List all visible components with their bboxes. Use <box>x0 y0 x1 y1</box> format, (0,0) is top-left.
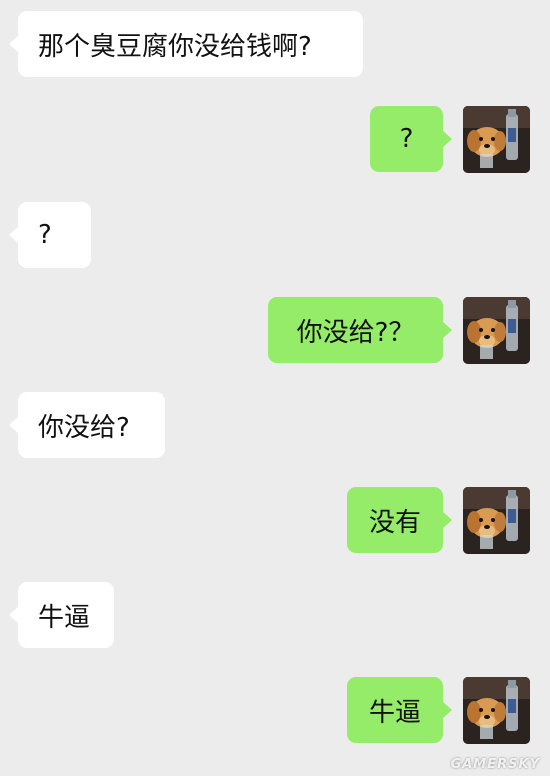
message-text: 那个臭豆腐你没给钱啊? <box>38 31 312 62</box>
message-bubble-incoming[interactable]: ? <box>9 202 91 268</box>
golden-retriever-avatar-icon <box>463 297 530 364</box>
message-text: 你没给?？ <box>296 317 415 348</box>
message-bubble-incoming[interactable]: 那个臭豆腐你没给钱啊? <box>9 11 363 77</box>
avatar[interactable] <box>463 487 530 554</box>
golden-retriever-avatar-icon <box>463 106 530 173</box>
message-bubble-incoming[interactable]: 你没给? <box>9 392 165 458</box>
message-text: ? <box>38 220 52 250</box>
avatar[interactable] <box>463 297 530 364</box>
message-bubble-outgoing[interactable]: ? <box>370 106 452 172</box>
message-text: 牛逼 <box>369 697 422 728</box>
message-bubble-outgoing[interactable]: 没有 <box>347 487 452 553</box>
avatar[interactable] <box>463 677 530 744</box>
golden-retriever-avatar-icon <box>463 487 530 554</box>
message-text: 牛逼 <box>38 602 91 633</box>
message-bubble-incoming[interactable]: 牛逼 <box>9 582 114 648</box>
message-bubble-outgoing[interactable]: 牛逼 <box>347 677 452 743</box>
golden-retriever-avatar-icon <box>463 677 530 744</box>
chat-area: 那个臭豆腐你没给钱啊? ? ? 你没给?？ 你没给? 没有 牛逼 牛逼 GAME… <box>0 0 550 776</box>
message-text: 你没给? <box>38 412 130 443</box>
watermark: GAMERSKY <box>450 757 540 772</box>
message-text: ? <box>399 124 414 154</box>
message-bubble-outgoing[interactable]: 你没给?？ <box>268 297 452 363</box>
message-text: 没有 <box>369 507 422 538</box>
avatar[interactable] <box>463 106 530 173</box>
